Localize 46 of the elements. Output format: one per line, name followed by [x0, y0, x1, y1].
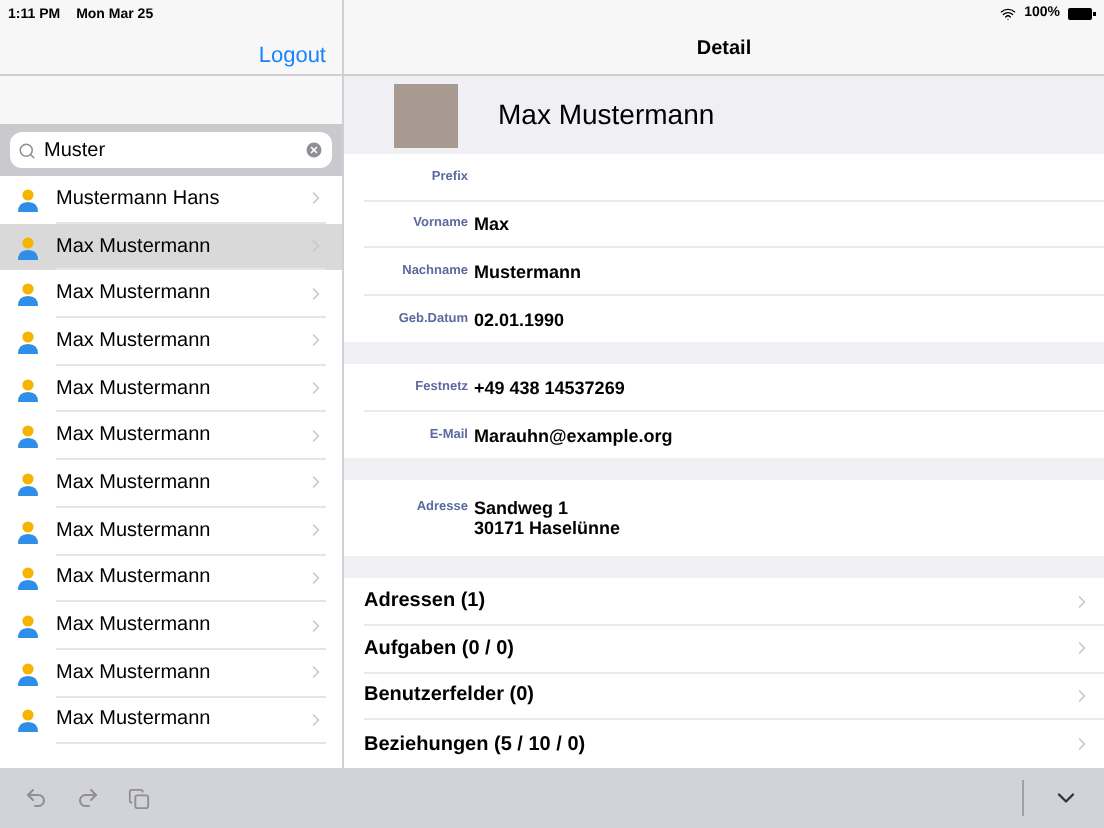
contact-name: Max Mustermann [56, 517, 213, 546]
field-value: 02.01.1990 [474, 309, 565, 329]
person-icon [16, 187, 40, 212]
person-icon [16, 377, 40, 402]
contact-name: Max Mustermann [56, 706, 213, 735]
field-value: +49 438 14537269 [474, 377, 625, 397]
contact-name: Max Mustermann [56, 659, 213, 688]
section-link[interactable]: Adressen (1) [364, 578, 1104, 626]
person-icon [16, 566, 40, 591]
contact-name: Max Mustermann [56, 469, 213, 498]
field-value: Mustermann [474, 261, 582, 281]
contact-name: Max Mustermann [56, 233, 213, 262]
search-icon [18, 141, 36, 159]
person-icon [16, 235, 40, 260]
nav-title: Detail [696, 35, 752, 63]
person-icon [16, 329, 40, 354]
wifi-icon [1000, 6, 1017, 23]
contact-name: Max Mustermann [56, 564, 213, 593]
contact-row[interactable]: Max Mustermann [0, 223, 342, 271]
photo-placeholder [394, 83, 458, 148]
person-icon [16, 424, 40, 449]
person-icon [16, 282, 40, 307]
person-icon [16, 708, 40, 733]
section-link[interactable]: Aufgaben (0 / 0) [364, 625, 1104, 674]
field-value: Max [474, 214, 510, 234]
contact-name: Max Mustermann [56, 280, 213, 309]
search-field[interactable]: Muster [10, 132, 332, 168]
contact-name: Max Mustermann [56, 327, 213, 356]
person-icon [16, 661, 40, 686]
person-icon [16, 471, 40, 496]
section-link[interactable]: Benutzerfelder (0) [364, 673, 1104, 721]
section-link[interactable]: Beziehungen (5 / 10 / 0) [364, 720, 1104, 768]
contact-name: Max Mustermann [56, 612, 213, 641]
copy-icon[interactable] [128, 787, 150, 809]
contact-name: Max Mustermann [56, 375, 213, 404]
person-icon [16, 519, 40, 544]
contact-name: Max Mustermann [56, 422, 213, 451]
contact-name: Mustermann Hans [56, 185, 222, 214]
contact-title: Max Mustermann [498, 96, 715, 135]
field-value: Sandweg 1 30171 Haselünne [474, 498, 621, 539]
redo-icon[interactable] [76, 786, 100, 810]
clear-icon[interactable] [304, 140, 324, 160]
battery-icon [1068, 8, 1096, 21]
undo-icon[interactable] [24, 786, 48, 810]
field-value: Marauhn@example.org [474, 425, 673, 445]
person-icon [16, 614, 40, 639]
